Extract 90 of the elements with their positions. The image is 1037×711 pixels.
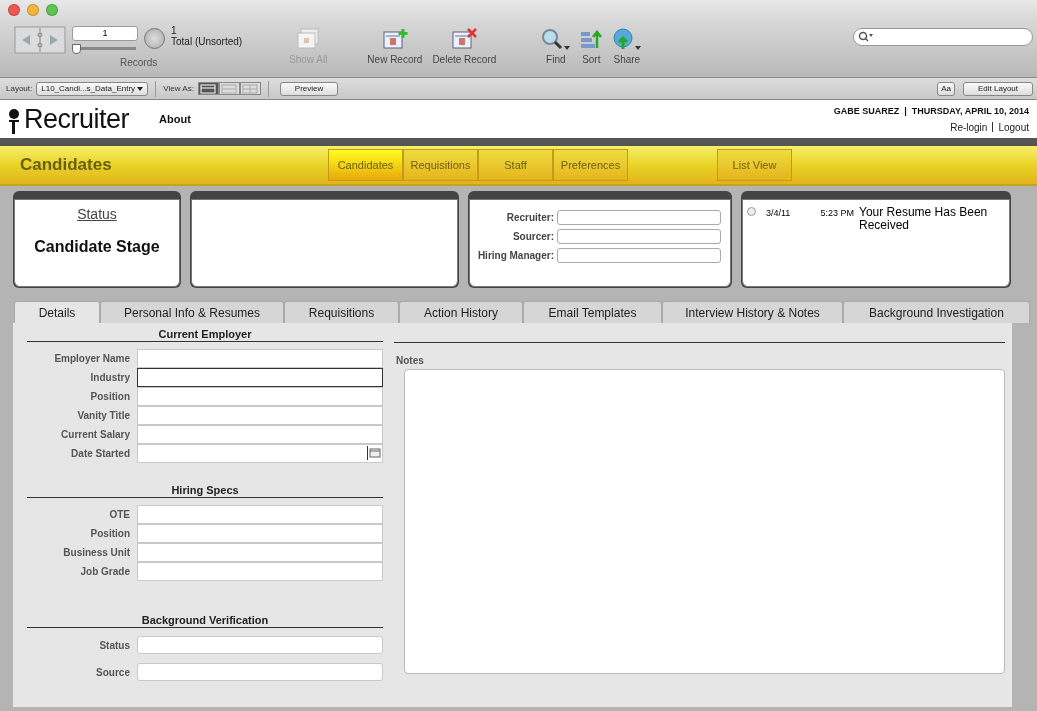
records-label: Records	[120, 57, 158, 68]
dropdown-caret-icon	[635, 46, 642, 50]
search-field[interactable]	[853, 28, 1033, 46]
preview-button[interactable]: Preview	[279, 81, 339, 96]
field-label: Source	[95, 666, 130, 678]
find-button[interactable]: Find	[536, 26, 576, 65]
section-heading: Current Employer	[27, 327, 383, 342]
field-label: Vanity Title	[76, 410, 130, 421]
pie-chart-icon	[144, 28, 165, 49]
notes-label: Notes	[396, 355, 425, 366]
field-label: Current Salary	[60, 429, 130, 440]
about-link[interactable]: About	[159, 113, 191, 125]
new-record-button[interactable]: New Record	[362, 26, 428, 65]
form-view-icon	[200, 83, 217, 94]
tab[interactable]: Action History	[399, 301, 523, 323]
record-number-field[interactable]: 1	[72, 26, 138, 41]
search-icon	[858, 31, 874, 43]
section-title: Candidates	[19, 155, 113, 175]
tab[interactable]: Details	[14, 301, 100, 323]
current-date: THURSDAY, APRIL 10, 2014	[911, 105, 1029, 116]
calendar-icon[interactable]	[367, 446, 382, 460]
input-field[interactable]	[137, 368, 383, 387]
format-button[interactable]: Aa	[937, 81, 955, 96]
field-label: Job Grade	[79, 566, 130, 577]
tab[interactable]: Interview History & Notes	[662, 301, 843, 323]
activity-time: 5:23 PM	[819, 208, 854, 218]
layout-label: Layout:	[6, 84, 33, 93]
field-label: Industry	[89, 372, 130, 383]
section-heading: Background Verification	[27, 613, 383, 628]
tab[interactable]: Email Templates	[523, 301, 662, 323]
status-heading: Status	[77, 206, 117, 222]
notes-field[interactable]	[404, 369, 1005, 674]
window-control-icon[interactable]	[8, 4, 20, 16]
nav-tab[interactable]: Preferences	[553, 149, 628, 181]
field-label: Status	[98, 639, 130, 651]
total-label: Total (Unsorted)	[171, 36, 243, 47]
field-label: Employer Name	[53, 353, 130, 364]
view-as-label: View As:	[163, 84, 194, 93]
list-view-button[interactable]: List View	[717, 149, 792, 181]
window-control-icon[interactable]	[46, 4, 58, 16]
activity-date: 3/4/11	[766, 208, 792, 218]
found-count: 1	[171, 25, 178, 36]
edit-layout-button[interactable]: Edit Layout	[962, 81, 1033, 96]
field-label: Sourcer:	[512, 231, 554, 242]
input-field[interactable]	[557, 210, 721, 225]
sort-arrow-icon	[580, 28, 603, 50]
radio-button[interactable]	[747, 207, 756, 216]
table-view-button[interactable]	[239, 82, 261, 95]
delete-record-button[interactable]: Delete Record	[427, 26, 502, 65]
input-field[interactable]	[557, 248, 721, 263]
nav-tab[interactable]: Candidates	[328, 149, 403, 181]
activity-text: Your Resume Has Been Received	[859, 206, 989, 232]
header-link[interactable]: Re-login	[950, 121, 988, 133]
sort-button[interactable]: Sort	[575, 26, 608, 65]
tab[interactable]: Requisitions	[284, 301, 399, 323]
field-label: Position	[89, 528, 130, 539]
user-name: GABE SUAREZ	[833, 105, 900, 116]
candidate-stage: Candidate Stage	[34, 238, 160, 256]
slider-thumb[interactable]	[72, 44, 81, 54]
logo-text: Recruiter	[24, 104, 130, 134]
field-label: Business Unit	[62, 547, 130, 558]
field-label: Position	[89, 391, 130, 402]
field-label: Hiring Manager:	[477, 250, 554, 261]
record-navigation-icon[interactable]	[14, 26, 66, 54]
list-view-button[interactable]	[218, 82, 240, 95]
table-view-icon	[242, 83, 259, 94]
list-view-icon	[221, 83, 238, 94]
card-plus-icon	[381, 28, 408, 50]
share-globe-icon	[612, 28, 635, 50]
section-heading: Hiring Specs	[27, 483, 383, 498]
field-label: Date Started	[70, 448, 130, 459]
caret-icon	[137, 86, 144, 91]
date-field[interactable]	[137, 444, 383, 463]
share-button[interactable]: Share	[607, 26, 647, 65]
records-stack-icon	[296, 28, 321, 50]
field-label: OTE	[108, 509, 130, 520]
layout-dropdown[interactable]: L10_Candi...s_Data_Entry	[36, 81, 149, 96]
dropdown-caret-icon	[564, 46, 571, 50]
nav-tab[interactable]: Requisitions	[403, 149, 478, 181]
nav-tab[interactable]: Staff	[478, 149, 553, 181]
input-field[interactable]	[557, 229, 721, 244]
card-x-icon	[451, 28, 478, 50]
window-control-icon[interactable]	[27, 4, 39, 16]
field-label: Recruiter:	[506, 212, 554, 223]
tab[interactable]: Personal Info & Resumes	[100, 301, 284, 323]
magnifier-icon	[541, 28, 564, 50]
tab[interactable]: Background Investigation	[843, 301, 1030, 323]
separator-text: |	[904, 105, 907, 116]
form-view-button[interactable]	[197, 82, 219, 95]
header-link[interactable]: Logout	[998, 121, 1029, 133]
